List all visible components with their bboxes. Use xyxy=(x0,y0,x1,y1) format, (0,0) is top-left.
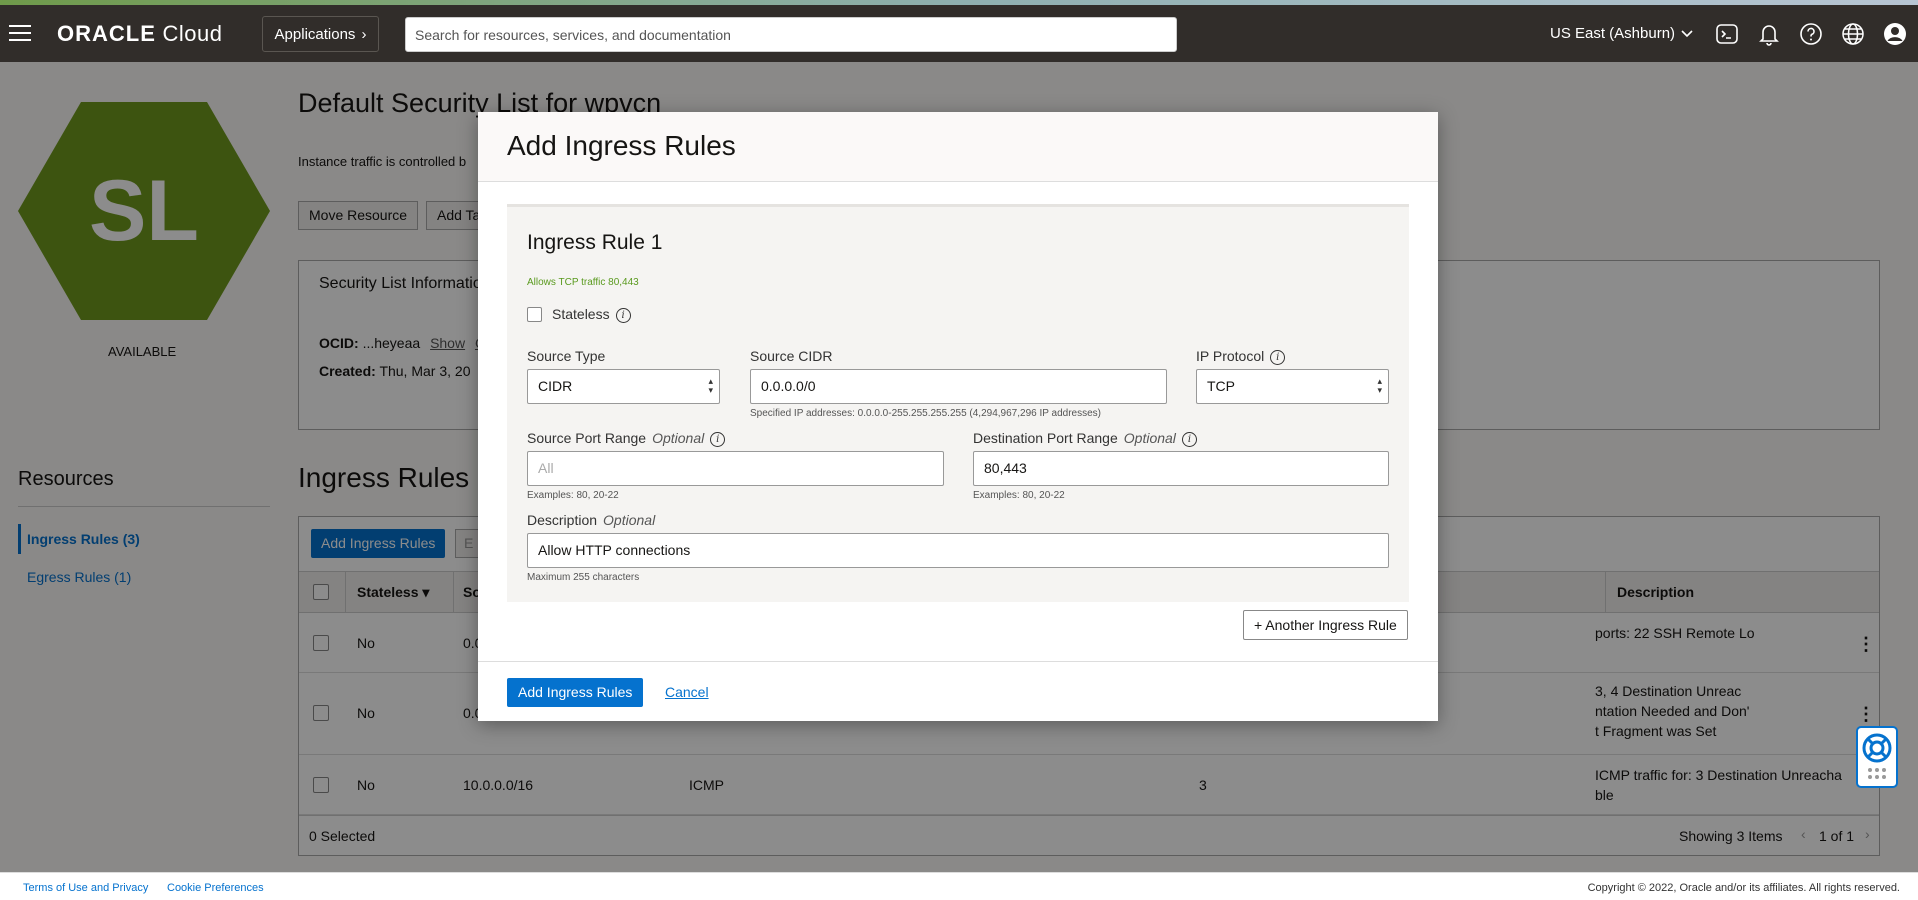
info-icon[interactable]: i xyxy=(1270,349,1286,365)
destination-port-range-label: Destination Port Range Optional i xyxy=(973,430,1197,447)
source-type-value: CIDR xyxy=(538,378,573,394)
info-icon[interactable]: i xyxy=(710,431,726,447)
destination-port-hint: Examples: 80, 20-22 xyxy=(973,490,1065,501)
user-profile-icon[interactable] xyxy=(1882,21,1908,47)
bell-icon[interactable] xyxy=(1756,21,1782,47)
ip-protocol-select[interactable]: TCP ▴ ▾ xyxy=(1196,369,1389,404)
help-icon[interactable] xyxy=(1798,21,1824,47)
applications-button[interactable]: Applications › xyxy=(262,16,379,52)
source-cidr-label: Source CIDR xyxy=(750,348,833,364)
lifebuoy-icon xyxy=(1862,733,1892,779)
region-label: US East (Ashburn) xyxy=(1550,25,1676,42)
another-ingress-rule-button[interactable]: + Another Ingress Rule xyxy=(1243,610,1408,640)
source-type-select[interactable]: CIDR ▴ ▾ xyxy=(527,369,720,404)
search-placeholder: Search for resources, services, and docu… xyxy=(415,26,731,43)
destination-port-range-input[interactable]: 80,443 xyxy=(973,451,1389,486)
source-port-hint: Examples: 80, 20-22 xyxy=(527,490,619,501)
dialog-footer: Add Ingress Rules Cancel xyxy=(478,661,1438,721)
ip-protocol-label: IP Protocol i xyxy=(1196,348,1286,365)
source-port-range-input[interactable]: All xyxy=(527,451,944,486)
chevron-right-icon: › xyxy=(361,25,367,43)
oracle-cloud-logo[interactable]: ORACLE Cloud xyxy=(57,21,222,47)
ip-protocol-value: TCP xyxy=(1207,378,1235,394)
globe-icon[interactable] xyxy=(1840,21,1866,47)
terms-link[interactable]: Terms of Use and Privacy xyxy=(23,882,148,894)
page-footer: Terms of Use and Privacy Cookie Preferen… xyxy=(0,872,1918,900)
copyright: Copyright © 2022, Oracle and/or its affi… xyxy=(1587,882,1900,894)
stateless-label: Stateless i xyxy=(552,306,631,323)
add-ingress-rules-dialog: Add Ingress Rules Ingress Rule 1 Allows … xyxy=(478,112,1438,721)
rule-title: Ingress Rule 1 xyxy=(527,231,663,254)
search-input[interactable]: Search for resources, services, and docu… xyxy=(405,17,1177,52)
top-navigation-bar: ORACLE Cloud Applications › Search for re… xyxy=(0,5,1918,62)
source-cidr-input[interactable]: 0.0.0.0/0 xyxy=(750,369,1167,404)
select-arrows-icon: ▴ ▾ xyxy=(1377,376,1382,395)
applications-label: Applications xyxy=(274,25,356,43)
rule-summary: Allows TCP traffic 80,443 xyxy=(527,277,639,288)
stateless-checkbox[interactable] xyxy=(527,307,542,322)
source-type-label: Source Type xyxy=(527,348,606,364)
dialog-title: Add Ingress Rules xyxy=(507,130,736,161)
dialog-header: Add Ingress Rules xyxy=(478,112,1438,182)
cookie-preferences-link[interactable]: Cookie Preferences xyxy=(167,882,264,894)
chevron-down-icon xyxy=(1681,29,1693,37)
info-icon[interactable]: i xyxy=(1181,431,1197,447)
cloud-shell-icon[interactable] xyxy=(1714,21,1740,47)
ingress-rule-card: Ingress Rule 1 Allows TCP traffic 80,443… xyxy=(507,204,1409,602)
description-label: Description Optional xyxy=(527,512,656,528)
cancel-link[interactable]: Cancel xyxy=(665,684,709,700)
help-widget[interactable] xyxy=(1856,726,1898,788)
select-arrows-icon: ▴ ▾ xyxy=(708,376,713,395)
source-port-range-label: Source Port Range Optional i xyxy=(527,430,726,447)
source-cidr-hint: Specified IP addresses: 0.0.0.0-255.255.… xyxy=(750,408,1101,419)
region-selector[interactable]: US East (Ashburn) xyxy=(1550,25,1693,42)
add-ingress-rules-submit-button[interactable]: Add Ingress Rules xyxy=(507,678,644,707)
info-icon[interactable]: i xyxy=(615,307,631,323)
description-hint: Maximum 255 characters xyxy=(527,572,640,583)
hamburger-menu-icon[interactable] xyxy=(9,25,31,41)
description-input[interactable]: Allow HTTP connections xyxy=(527,533,1389,568)
